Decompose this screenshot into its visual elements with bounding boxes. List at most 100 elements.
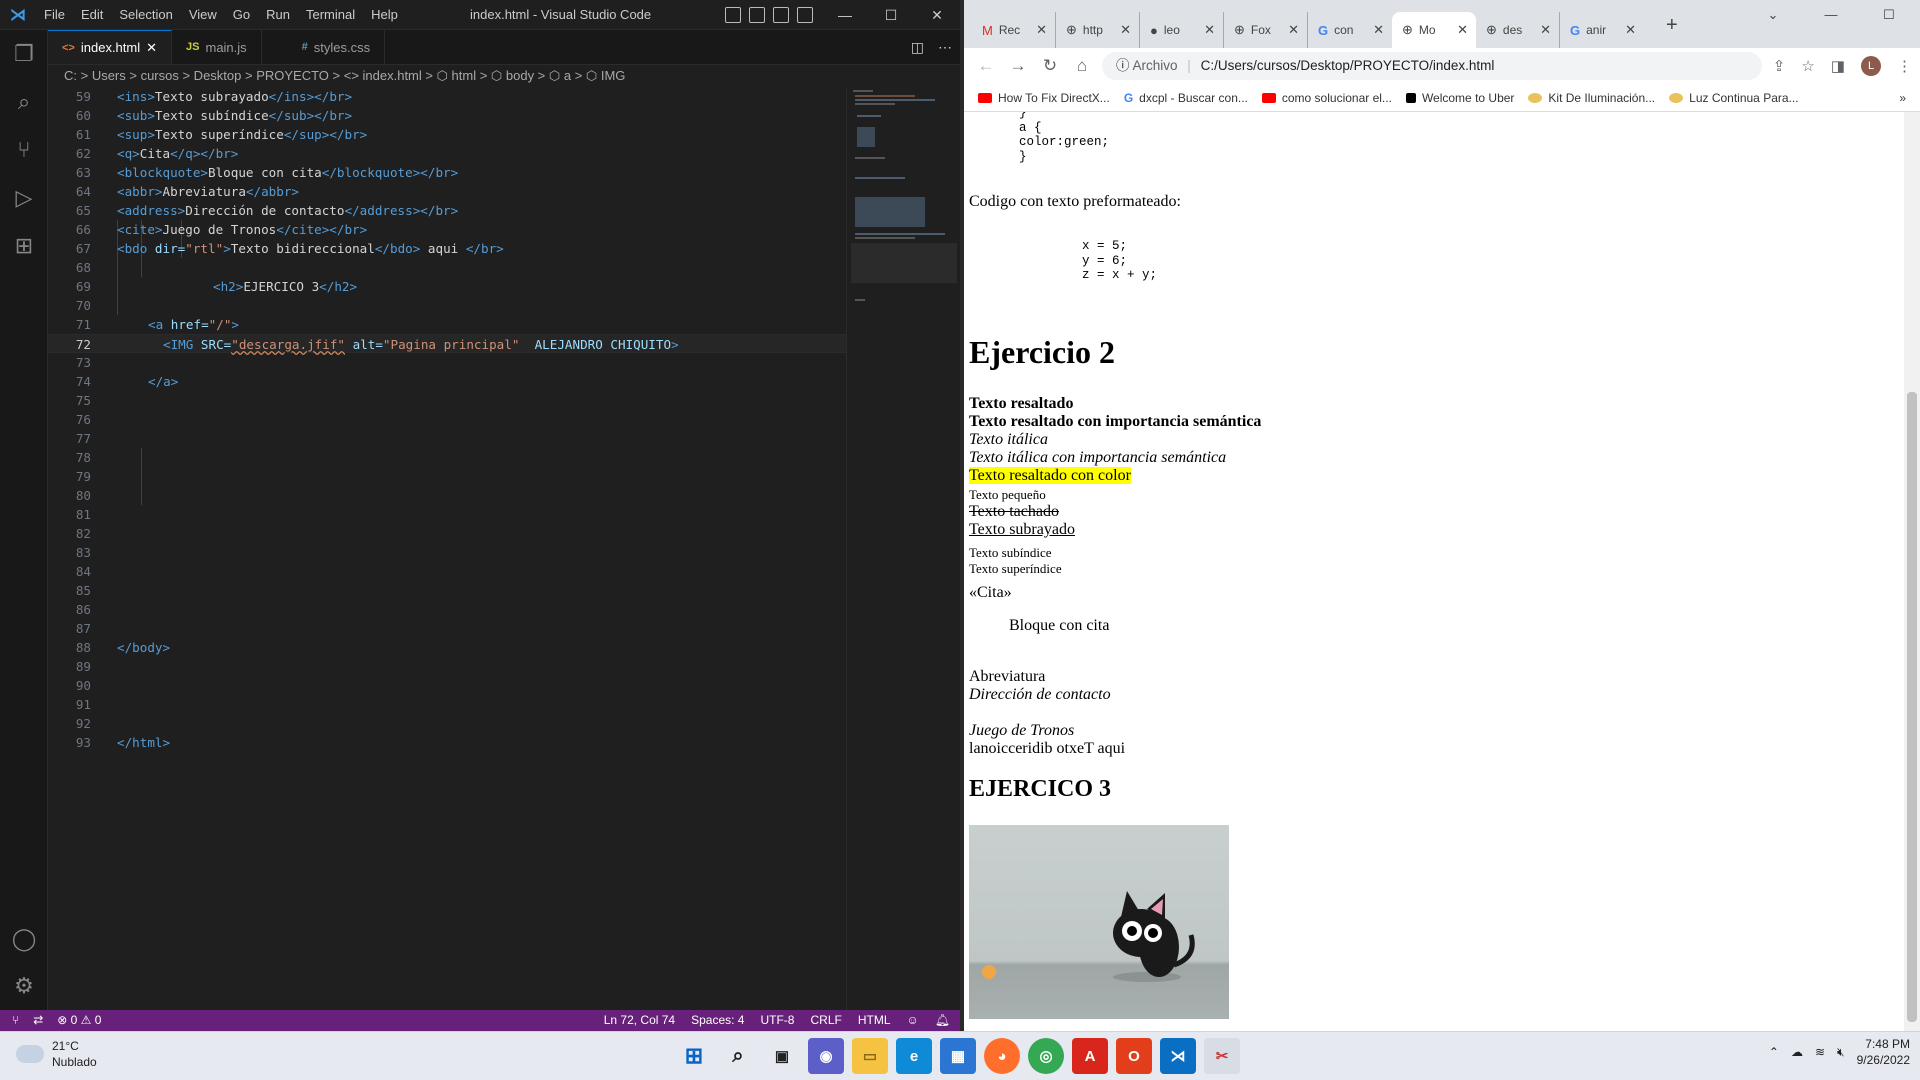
chrome-icon[interactable]: ◎ [1028, 1038, 1064, 1074]
customize-layout-icon[interactable] [797, 7, 813, 23]
microsoft-store-icon[interactable]: ▦ [940, 1038, 976, 1074]
close-tab-icon[interactable]: ✕ [1204, 22, 1215, 38]
toggle-sidebar-icon[interactable] [725, 7, 741, 23]
close-tab-icon[interactable]: ✕ [1373, 22, 1384, 38]
accounts-icon[interactable]: ◯ [0, 915, 48, 963]
close-icon[interactable]: ✕ [914, 0, 960, 30]
close-tab-icon[interactable]: ✕ [1036, 22, 1047, 38]
indentation[interactable]: Spaces: 4 [691, 1010, 744, 1031]
bookmark-item[interactable]: Welcome to Uber [1405, 91, 1514, 105]
menu-edit[interactable]: Edit [73, 0, 111, 30]
acrobat-icon[interactable]: A [1072, 1038, 1108, 1074]
cat-image-link[interactable] [969, 825, 1229, 1019]
tab-styles-css[interactable]: # styles.css [262, 30, 386, 64]
close-tab-icon[interactable]: ✕ [1625, 22, 1636, 38]
run-debug-icon[interactable]: ▷ [0, 174, 48, 222]
bookmark-item[interactable]: Luz Continua Para... [1669, 91, 1799, 105]
clock[interactable]: 7:48 PM 9/26/2022 [1857, 1036, 1910, 1068]
info-icon[interactable]: ⓘ [1116, 58, 1130, 73]
chrome-menu-icon[interactable]: ⋮ [1897, 57, 1912, 75]
address-bar[interactable]: ⓘ Archivo | C:/Users/cursos/Desktop/PROY… [1102, 52, 1762, 80]
menu-terminal[interactable]: Terminal [298, 0, 363, 30]
close-tab-icon[interactable]: ✕ [1120, 22, 1131, 38]
code-editor[interactable]: 59 <ins>Texto subrayado</ins></br> 60 <sub… [48, 87, 846, 1010]
search-icon[interactable]: ⌕ [0, 78, 48, 126]
firefox-icon[interactable]: ◕ [984, 1038, 1020, 1074]
browser-tab[interactable]: M Rec ✕ [972, 12, 1056, 48]
feedback-icon[interactable]: ☺ [907, 1010, 919, 1031]
bookmark-item[interactable]: como solucionar el... [1261, 91, 1392, 105]
minimize-icon[interactable]: — [1802, 0, 1860, 30]
edge-icon[interactable]: e [896, 1038, 932, 1074]
maximize-icon[interactable]: ☐ [868, 0, 914, 30]
split-editor-icon[interactable]: ◫ [911, 30, 924, 65]
bookmark-item[interactable]: Kit De Iluminación... [1528, 91, 1655, 105]
more-actions-icon[interactable]: ⋯ [938, 30, 952, 65]
bookmark-item[interactable]: How To Fix DirectX... [978, 91, 1110, 105]
breadcrumb[interactable]: C: > Users > cursos > Desktop > PROYECTO… [48, 65, 960, 87]
forward-arrow-icon[interactable]: → [1002, 56, 1034, 76]
close-tab-icon[interactable]: ✕ [146, 40, 157, 56]
toggle-panel-icon[interactable] [749, 7, 765, 23]
volume-muted-icon[interactable]: 🔇︎ [1837, 1045, 1845, 1060]
maximize-icon[interactable]: ☐ [1860, 0, 1918, 30]
browser-tab[interactable]: Ganir ✕ [1560, 12, 1644, 48]
new-tab-plus-icon[interactable]: + [1666, 14, 1678, 37]
browser-tab[interactable]: ● leo ✕ [1140, 12, 1224, 48]
menu-help[interactable]: Help [363, 0, 406, 30]
file-explorer-icon[interactable]: ▭ [852, 1038, 888, 1074]
live-share-icon[interactable]: ⇄ [33, 1010, 43, 1031]
minimap[interactable] [846, 87, 960, 1010]
source-control-icon[interactable]: ⑂ [0, 126, 48, 174]
share-icon[interactable]: ⇪ [1773, 57, 1786, 75]
bookmark-star-icon[interactable]: ☆ [1801, 57, 1814, 75]
tab-main-js[interactable]: JS main.js [172, 30, 262, 64]
wifi-icon[interactable]: ≋ [1815, 1045, 1825, 1059]
language-mode[interactable]: HTML [858, 1010, 891, 1031]
browser-tab[interactable]: ⊕ http ✕ [1056, 12, 1140, 48]
browser-tab[interactable]: ⊕ des ✕ [1476, 12, 1560, 48]
toggle-secondary-sidebar-icon[interactable] [773, 7, 789, 23]
show-hidden-icons-chevron-icon[interactable]: ⌃ [1769, 1045, 1779, 1059]
close-tab-icon[interactable]: ✕ [1288, 22, 1299, 38]
vscode-taskbar-icon[interactable]: ⋊ [1160, 1038, 1196, 1074]
back-arrow-icon[interactable]: ← [970, 56, 1002, 76]
task-view-icon[interactable]: ▣ [764, 1038, 800, 1074]
snipping-tool-icon[interactable]: ✂ [1204, 1038, 1240, 1074]
side-panel-icon[interactable]: ◨ [1831, 57, 1845, 75]
windows-start-icon[interactable]: ⊞ [676, 1038, 712, 1074]
onedrive-cloud-icon[interactable]: ☁ [1791, 1045, 1803, 1059]
extensions-icon[interactable]: ⊞ [0, 222, 48, 270]
end-of-line[interactable]: CRLF [810, 1010, 841, 1031]
settings-gear-icon[interactable]: ⚙ [0, 962, 48, 1010]
reload-icon[interactable]: ↻ [1034, 56, 1066, 76]
scrollbar-thumb[interactable] [1907, 392, 1917, 1022]
browser-tab[interactable]: ⊕ Fox ✕ [1224, 12, 1308, 48]
problems-indicator[interactable]: ⊗ 0 ⚠ 0 [57, 1010, 101, 1031]
menu-go[interactable]: Go [225, 0, 258, 30]
encoding[interactable]: UTF-8 [760, 1010, 794, 1031]
menu-selection[interactable]: Selection [111, 0, 180, 30]
more-bookmarks-chevron-icon[interactable]: » [1899, 91, 1906, 105]
browser-tab[interactable]: Gcon ✕ [1308, 12, 1392, 48]
remote-icon[interactable]: ⑂ [12, 1010, 19, 1031]
close-tab-icon[interactable]: ✕ [1457, 22, 1468, 38]
notifications-bell-icon[interactable]: 🔔︎ [935, 1010, 950, 1031]
tab-index-html[interactable]: <> index.html ✕ [48, 30, 173, 64]
tab-search-chevron-icon[interactable]: ⌄ [1744, 0, 1802, 30]
menu-view[interactable]: View [181, 0, 225, 30]
profile-avatar[interactable]: L [1861, 56, 1881, 76]
explorer-icon[interactable]: ❐ [0, 30, 48, 78]
office-icon[interactable]: O [1116, 1038, 1152, 1074]
close-tab-icon[interactable]: ✕ [1540, 22, 1551, 38]
minimize-icon[interactable]: — [822, 0, 868, 30]
search-icon[interactable]: ⌕ [720, 1038, 756, 1074]
cursor-position[interactable]: Ln 72, Col 74 [604, 1010, 675, 1031]
home-icon[interactable]: ⌂ [1066, 56, 1098, 76]
teams-chat-icon[interactable]: ◉ [808, 1038, 844, 1074]
bookmark-item[interactable]: Gdxcpl - Buscar con... [1124, 91, 1248, 105]
page-vertical-scrollbar[interactable] [1904, 112, 1920, 1031]
menu-file[interactable]: File [36, 0, 73, 30]
weather-widget[interactable]: 21°C Nublado [16, 1038, 97, 1070]
browser-tab-active[interactable]: ⊕ Mo ✕ [1392, 12, 1476, 48]
